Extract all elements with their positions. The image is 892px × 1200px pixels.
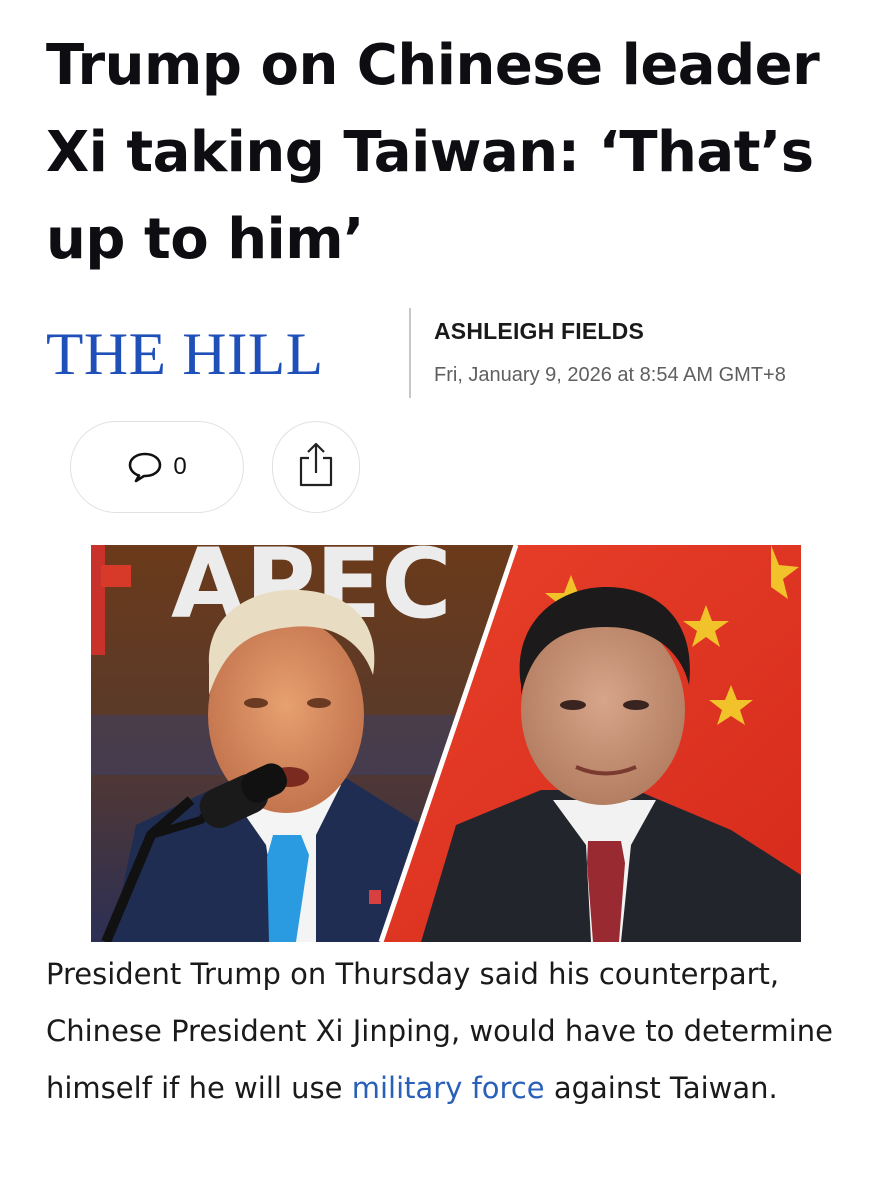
comments-button[interactable]: 0 [70, 421, 244, 513]
publisher-logo[interactable]: THE HILL [46, 322, 324, 386]
share-arrow-icon [296, 441, 336, 494]
comment-count: 0 [173, 453, 187, 480]
caption-text-end: against Taiwan. [544, 1071, 778, 1105]
byline: THE HILL ASHLEIGH FIELDS Fri, January 9,… [46, 306, 866, 398]
military-force-link[interactable]: military force [352, 1071, 545, 1105]
article-headline: Trump on Chinese leader Xi taking Taiwan… [46, 33, 820, 272]
article-photo[interactable]: APEC [91, 545, 801, 942]
photo-caption: President Trump on Thursday said his cou… [46, 946, 846, 1117]
publish-date: Fri, January 9, 2026 at 8:54 AM GMT+8 [434, 364, 786, 386]
byline-divider [409, 308, 411, 398]
share-button[interactable] [272, 421, 360, 513]
speech-bubble-icon [127, 451, 163, 483]
author-name[interactable]: ASHLEIGH FIELDS [434, 318, 644, 345]
